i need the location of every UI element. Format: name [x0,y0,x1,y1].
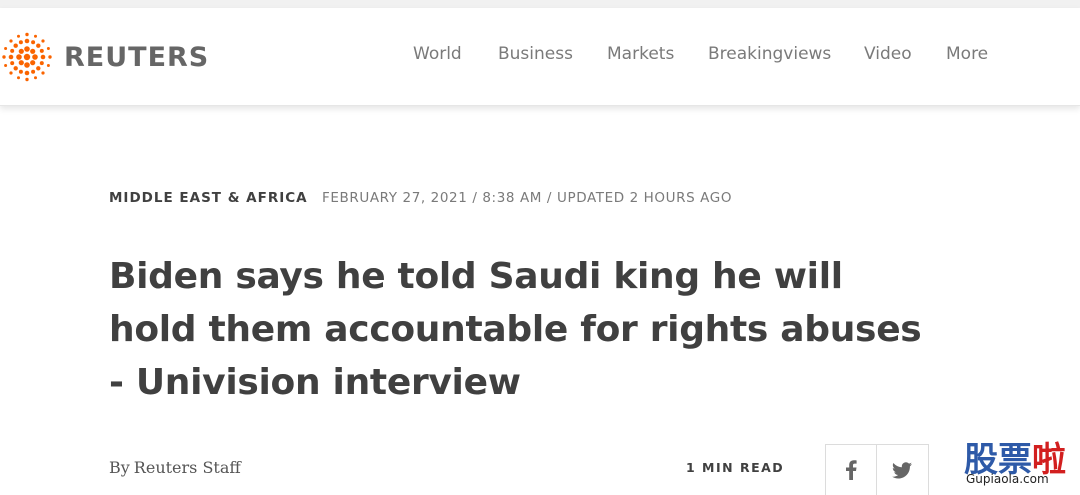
read-time: 1 MIN READ [686,460,785,475]
nav-item-video[interactable]: Video [864,44,912,64]
watermark: 股票啦 Gupiaola.com [960,432,1080,490]
share-facebook-button[interactable] [826,445,876,495]
byline-author[interactable]: Reuters Staff [134,458,241,477]
article-headline: Biden says he told Saudi king he will ho… [109,256,922,403]
reuters-logo-mark-icon [2,32,52,82]
share-buttons [825,444,929,495]
reuters-logo[interactable]: REUTERS [0,32,209,82]
share-twitter-button[interactable] [876,445,927,495]
top-strip [0,0,1080,8]
byline-prefix: By [109,458,130,477]
facebook-icon [846,460,857,480]
byline: By Reuters Staff [109,458,241,477]
site-header: REUTERS World Business Markets Breakingv… [0,8,1080,106]
article-dateline: FEBRUARY 27, 2021 / 8:38 AM / UPDATED 2 … [322,190,733,206]
nav-item-markets[interactable]: Markets [607,44,674,64]
nav-item-business[interactable]: Business [498,44,573,64]
nav-item-more[interactable]: More [946,44,988,64]
nav-item-breakingviews[interactable]: Breakingviews [708,44,831,64]
twitter-icon [892,461,912,478]
watermark-url: Gupiaola.com [966,472,1049,486]
section-link[interactable]: MIDDLE EAST & AFRICA [109,190,308,206]
nav-item-world[interactable]: World [413,44,462,64]
logo-text: REUTERS [64,41,210,73]
